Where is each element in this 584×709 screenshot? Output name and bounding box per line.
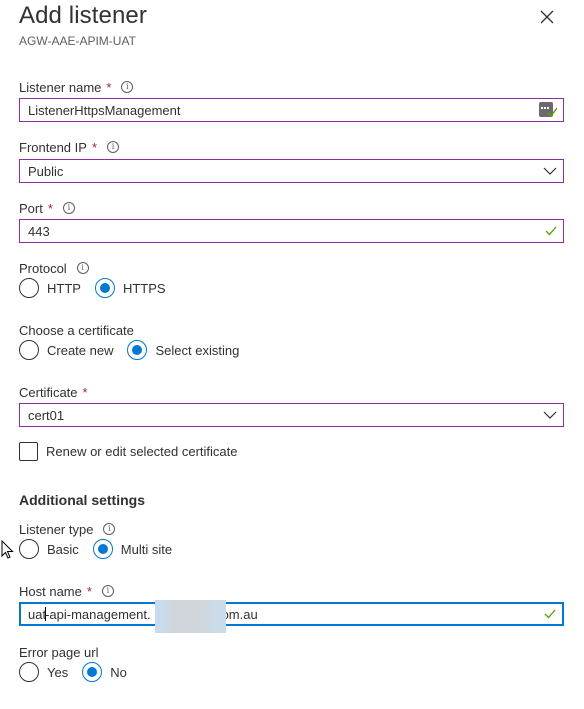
error-page-url-radio-group: Yes No: [19, 662, 141, 682]
certificate-label: Certificate *: [19, 384, 88, 400]
listener-name-label-text: Listener name: [19, 79, 102, 95]
error-page-url-label-text: Error page url: [19, 644, 99, 660]
info-icon[interactable]: i: [76, 262, 89, 274]
radio-circle-selected[interactable]: [82, 662, 103, 682]
host-name-value-prefix: uat: [28, 606, 47, 622]
required-marker: *: [91, 139, 97, 155]
listener-name-label: Listener name * i: [19, 79, 134, 95]
required-marker: *: [86, 583, 92, 599]
listener-type-radio-group: Basic Multi site: [19, 539, 186, 559]
valid-check-icon: [545, 226, 557, 236]
info-icon[interactable]: i: [103, 523, 116, 535]
port-input[interactable]: 443: [19, 219, 564, 243]
page-subtitle: AGW-AAE-APIM-UAT: [19, 34, 136, 48]
frontend-ip-dropdown[interactable]: Public: [19, 159, 564, 183]
info-icon[interactable]: i: [101, 585, 114, 597]
required-marker: *: [106, 79, 112, 95]
certificate-dropdown[interactable]: cert01: [19, 403, 564, 427]
listener-type-label: Listener type i: [19, 521, 116, 537]
radio-label: HTTPS: [122, 280, 166, 296]
certificate-choice-radio-group: Create new Select existing: [19, 340, 253, 360]
host-name-value-middle: -api-management.: [45, 606, 151, 622]
radio-no[interactable]: No: [82, 662, 127, 682]
frontend-ip-value: Public: [28, 163, 64, 179]
info-icon[interactable]: i: [62, 202, 75, 214]
certificate-value: cert01: [28, 407, 65, 423]
choose-certificate-label: Choose a certificate: [19, 322, 134, 338]
host-name-input[interactable]: uat -api-management. om.au: [19, 602, 564, 626]
certificate-label-text: Certificate: [19, 384, 78, 400]
radio-label: Create new: [47, 342, 114, 358]
frontend-ip-label-text: Frontend IP: [19, 139, 87, 155]
radio-select-existing[interactable]: Select existing: [127, 340, 239, 360]
radio-basic[interactable]: Basic: [19, 539, 79, 559]
mouse-cursor-icon: [1, 540, 14, 559]
port-label: Port * i: [19, 200, 75, 216]
radio-label: No: [110, 664, 127, 680]
renew-certificate-checkbox[interactable]: [19, 441, 38, 461]
protocol-label-text: Protocol: [19, 260, 67, 276]
protocol-radio-group: HTTP HTTPS: [19, 278, 180, 298]
radio-circle[interactable]: [19, 662, 39, 682]
required-marker: *: [82, 384, 88, 400]
host-name-value-suffix: om.au: [221, 606, 258, 622]
info-icon[interactable]: i: [107, 141, 119, 153]
radio-https[interactable]: HTTPS: [94, 278, 166, 298]
radio-http[interactable]: HTTP: [19, 278, 81, 298]
host-name-label: Host name * i: [19, 583, 114, 599]
choose-certificate-label-text: Choose a certificate: [19, 322, 134, 338]
info-icon[interactable]: i: [121, 81, 134, 93]
radio-circle[interactable]: [19, 340, 39, 360]
required-marker: *: [47, 200, 53, 216]
radio-circle-selected[interactable]: [92, 539, 113, 559]
additional-settings-heading: Additional settings: [19, 492, 145, 508]
host-name-label-text: Host name: [19, 583, 82, 599]
page-title: Add listener: [19, 2, 147, 29]
radio-circle-selected[interactable]: [94, 278, 115, 298]
renew-certificate-label: Renew or edit selected certificate: [46, 443, 238, 459]
close-icon[interactable]: [538, 8, 556, 26]
radio-label: Select existing: [155, 342, 240, 358]
port-value: 443: [28, 223, 50, 239]
radio-multi-site[interactable]: Multi site: [92, 539, 173, 559]
radio-label: Yes: [47, 664, 69, 680]
radio-circle[interactable]: [19, 278, 39, 298]
radio-create-new[interactable]: Create new: [19, 340, 113, 360]
radio-label: HTTP: [47, 280, 81, 296]
radio-yes[interactable]: Yes: [19, 662, 68, 682]
listener-name-input[interactable]: ListenerHttpsManagement: [19, 98, 564, 122]
valid-check-icon: [544, 609, 556, 619]
redaction-blur: [155, 600, 226, 633]
radio-label: Basic: [47, 541, 79, 557]
port-label-text: Port: [19, 200, 43, 216]
radio-circle-selected[interactable]: [127, 340, 148, 360]
add-listener-panel: Add listener AGW-AAE-APIM-UAT Listener n…: [0, 0, 584, 709]
listener-type-label-text: Listener type: [19, 521, 94, 537]
protocol-label: Protocol i: [19, 260, 89, 276]
error-page-url-label: Error page url: [19, 644, 98, 660]
listener-name-value: ListenerHttpsManagement: [28, 102, 181, 118]
radio-circle[interactable]: [19, 539, 39, 559]
radio-label: Multi site: [120, 541, 173, 557]
frontend-ip-label: Frontend IP * i: [19, 139, 119, 155]
chevron-down-icon: [543, 411, 557, 419]
renew-certificate-checkbox-row[interactable]: Renew or edit selected certificate: [19, 441, 237, 461]
chevron-down-icon: [543, 167, 557, 175]
password-manager-icon[interactable]: [539, 102, 557, 118]
